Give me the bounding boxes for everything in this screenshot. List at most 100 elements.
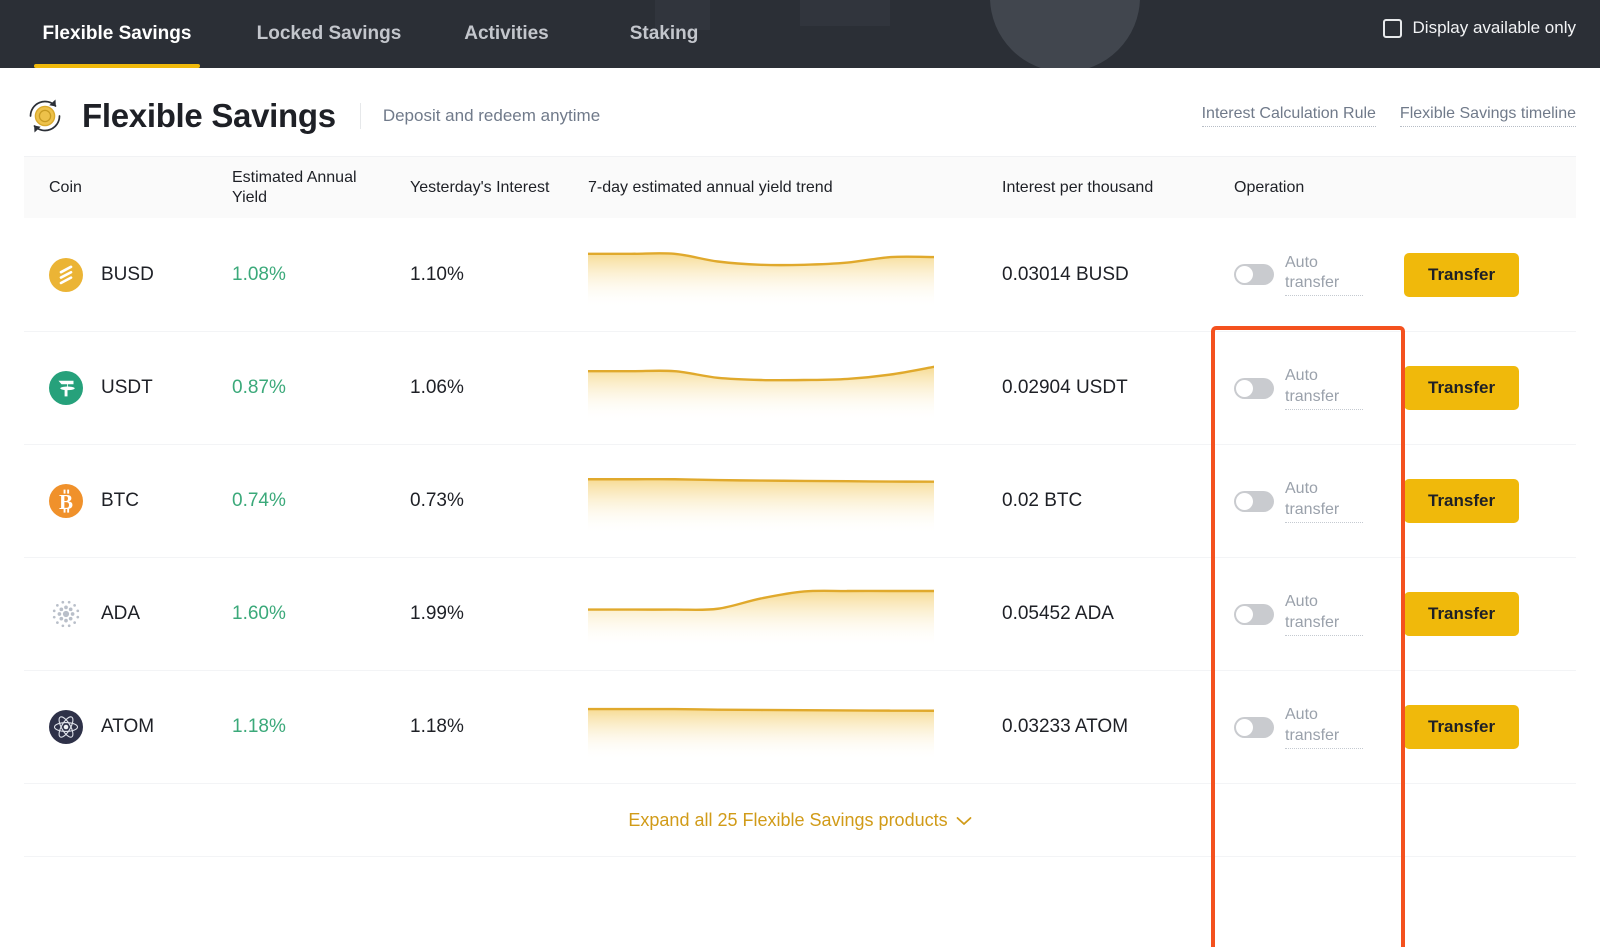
page-header: Flexible Savings Deposit and redeem anyt… xyxy=(24,68,1576,156)
usdt-coin-icon xyxy=(49,371,83,405)
savings-products-table: Coin Estimated Annual Yield Yesterday's … xyxy=(24,156,1576,947)
cell-estimated-annual-yield: 1.60% xyxy=(232,603,410,625)
auto-transfer-toggle[interactable] xyxy=(1234,490,1274,512)
auto-transfer-label-line1: Auto xyxy=(1285,593,1318,611)
transfer-button[interactable]: Transfer xyxy=(1404,366,1520,410)
auto-transfer-toggle[interactable] xyxy=(1234,716,1274,738)
tab-flexible-savings[interactable]: Flexible Savings xyxy=(0,0,234,68)
ada-coin-icon xyxy=(49,597,83,631)
cell-interest-per-thousand: 0.03014 BUSD xyxy=(1002,264,1214,286)
yield-trend-sparkline xyxy=(586,576,936,652)
table-row: ATOM 1.18% 1.18% 0.03233 ATOM Auto transfer Tr… xyxy=(24,670,1576,783)
yesterdays-interest-value: 0.73% xyxy=(410,490,464,511)
interest-per-thousand-value: 0.05452 ADA xyxy=(1002,603,1114,624)
cell-interest-per-thousand: 0.02 BTC xyxy=(1002,490,1214,512)
cell-yield-trend xyxy=(586,689,1002,765)
cell-yesterdays-interest: 0.73% xyxy=(410,490,588,512)
expand-all-products-label: Expand all 25 Flexible Savings products xyxy=(628,809,948,830)
transfer-button[interactable]: Transfer xyxy=(1404,479,1520,523)
cell-coin: ADA xyxy=(24,597,232,631)
interest-calculation-rule-link[interactable]: Interest Calculation Rule xyxy=(1201,105,1376,127)
auto-transfer-toggle[interactable] xyxy=(1234,603,1274,625)
auto-transfer-label[interactable]: Auto transfer xyxy=(1285,253,1363,297)
display-available-only-label: Display available only xyxy=(1412,18,1576,37)
toggle-knob xyxy=(1236,379,1253,397)
cell-action: Transfer xyxy=(1404,592,1576,636)
table-row: ADA 1.60% 1.99% 0.05452 ADA Auto transfer Tran… xyxy=(24,557,1576,670)
auto-transfer-label[interactable]: Auto transfer xyxy=(1285,592,1363,636)
interest-per-thousand-value: 0.02904 USDT xyxy=(1002,377,1128,398)
cell-yield-trend xyxy=(586,576,1002,652)
busd-coin-icon xyxy=(49,257,83,292)
table-row: USDT 0.87% 1.06% 0.02904 USDT Auto transfer Tr… xyxy=(24,331,1576,444)
auto-transfer-toggle[interactable] xyxy=(1234,264,1274,285)
table-body: BUSD 1.08% 1.10% 0.03014 BUSD Auto transfer Tr… xyxy=(24,218,1576,783)
cell-interest-per-thousand: 0.05452 ADA xyxy=(1002,603,1214,625)
page-content: Flexible Savings Deposit and redeem anyt… xyxy=(0,68,1600,947)
checkbox-icon[interactable] xyxy=(1382,18,1402,38)
transfer-button[interactable]: Transfer xyxy=(1404,252,1520,297)
cell-action: Transfer xyxy=(1404,705,1576,749)
auto-transfer-label-line2: transfer xyxy=(1285,726,1340,744)
cell-operation: Auto transfer xyxy=(1214,253,1404,297)
expand-all-products-link[interactable]: Expand all 25 Flexible Savings products xyxy=(628,810,971,831)
transfer-button[interactable]: Transfer xyxy=(1404,705,1520,749)
auto-transfer-label[interactable]: Auto transfer xyxy=(1285,705,1363,749)
auto-transfer-label[interactable]: Auto transfer xyxy=(1285,479,1363,523)
top-navigation-bar: Flexible Savings Locked Savings Activiti… xyxy=(0,0,1600,68)
column-header-operation: Operation xyxy=(1234,178,1305,196)
column-header-yesterdays-interest: Yesterday's Interest xyxy=(410,178,550,196)
coin-name-label: ATOM xyxy=(101,716,155,737)
column-header-estimated-annual-yield: Estimated Annual Yield xyxy=(232,168,410,208)
auto-transfer-label-line2: transfer xyxy=(1285,500,1340,518)
estimated-annual-yield-value: 0.87% xyxy=(232,377,286,398)
yield-trend-sparkline xyxy=(586,350,936,426)
cell-operation: Auto transfer xyxy=(1214,705,1404,749)
coin-name-label: BTC xyxy=(101,490,139,511)
cell-estimated-annual-yield: 0.87% xyxy=(232,377,410,399)
table-row: B BTC 0.74% 0.73% 0.02 BTC Auto transfer Transf… xyxy=(24,444,1576,557)
cell-coin: ATOM xyxy=(24,710,232,744)
display-available-only-toggle[interactable]: Display available only xyxy=(1382,18,1576,38)
expand-products-row: Expand all 25 Flexible Savings products xyxy=(24,783,1576,857)
tab-locked-savings[interactable]: Locked Savings xyxy=(234,0,424,68)
cell-yield-trend xyxy=(586,350,1002,426)
toggle-knob xyxy=(1236,605,1253,623)
cell-yesterdays-interest: 1.18% xyxy=(410,716,588,738)
tab-activities[interactable]: Activities xyxy=(424,0,589,68)
cell-yield-trend xyxy=(586,237,1002,313)
auto-transfer-label-line1: Auto xyxy=(1285,706,1318,724)
column-header-line2: Yield xyxy=(232,188,267,206)
interest-per-thousand-value: 0.02 BTC xyxy=(1002,490,1083,511)
estimated-annual-yield-value: 1.60% xyxy=(232,603,286,624)
cell-operation: Auto transfer xyxy=(1214,479,1404,523)
auto-transfer-label-line2: transfer xyxy=(1285,274,1340,291)
column-header-yield-trend: 7-day estimated annual yield trend xyxy=(588,178,833,196)
estimated-annual-yield-value: 1.18% xyxy=(232,716,286,737)
cell-action: Transfer xyxy=(1404,252,1576,297)
cell-estimated-annual-yield: 0.74% xyxy=(232,490,410,512)
tab-staking[interactable]: Staking xyxy=(589,0,739,68)
tab-label: Flexible Savings xyxy=(42,23,192,44)
transfer-button[interactable]: Transfer xyxy=(1404,592,1520,636)
nav-tabs: Flexible Savings Locked Savings Activiti… xyxy=(0,0,739,68)
cell-coin: B BTC xyxy=(24,484,232,518)
coin-refresh-icon xyxy=(24,95,66,137)
btc-coin-icon: B xyxy=(49,484,83,518)
cell-coin: USDT xyxy=(24,371,232,405)
auto-transfer-label-line1: Auto xyxy=(1285,480,1318,498)
cell-yield-trend xyxy=(586,463,1002,539)
yesterdays-interest-value: 1.10% xyxy=(410,263,464,285)
table-header-row: Coin Estimated Annual Yield Yesterday's … xyxy=(24,156,1576,218)
auto-transfer-label-line1: Auto xyxy=(1285,253,1318,271)
auto-transfer-toggle[interactable] xyxy=(1234,377,1274,399)
cell-interest-per-thousand: 0.02904 USDT xyxy=(1002,377,1214,399)
cell-estimated-annual-yield: 1.08% xyxy=(232,264,410,286)
tab-label: Activities xyxy=(464,23,549,44)
page-title: Flexible Savings xyxy=(82,97,336,134)
flexible-savings-timeline-link[interactable]: Flexible Savings timeline xyxy=(1399,105,1576,127)
auto-transfer-label[interactable]: Auto transfer xyxy=(1285,366,1363,410)
cell-operation: Auto transfer xyxy=(1214,366,1404,410)
estimated-annual-yield-value: 1.08% xyxy=(232,263,286,285)
coin-name-label: USDT xyxy=(101,377,153,398)
